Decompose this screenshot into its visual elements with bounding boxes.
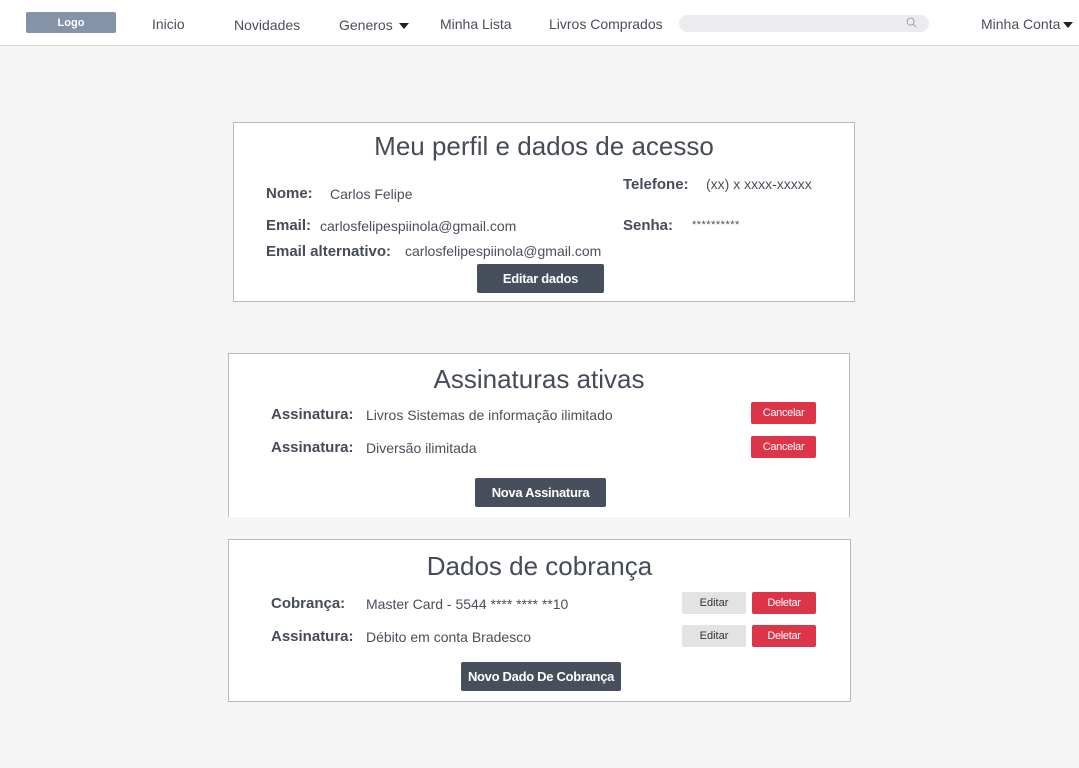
nav-item-novidades[interactable]: Novidades — [234, 17, 300, 33]
subscription-value: Diversão ilimitada — [366, 440, 477, 456]
billing-label: Assinatura: — [271, 628, 354, 645]
nav-item-minha-lista[interactable]: Minha Lista — [440, 16, 512, 32]
nav-item-generos[interactable]: Generos — [339, 17, 409, 33]
subscription-value: Livros Sistemas de informação ilimitado — [366, 407, 613, 423]
alt-email-label: Email alternativo: — [266, 243, 392, 260]
billing-value: Débito em conta Bradesco — [366, 629, 531, 645]
new-subscription-button[interactable]: Nova Assinatura — [475, 478, 606, 507]
phone-value: (xx) x xxxx-xxxxx — [706, 176, 812, 192]
cancel-subscription-button[interactable]: Cancelar — [751, 402, 816, 424]
billing-card: Dados de cobrança Cobrança: Master Card … — [228, 539, 851, 702]
name-value: Carlos Felipe — [330, 186, 413, 202]
subscriptions-title: Assinaturas ativas — [433, 364, 645, 394]
name-label: Nome: — [266, 185, 313, 202]
subscription-label: Assinatura: — [271, 406, 354, 423]
edit-billing-button[interactable]: Editar — [682, 625, 746, 647]
search-icon[interactable] — [906, 17, 917, 28]
profile-title: Meu perfil e dados de acesso — [374, 131, 714, 161]
alt-email-value: carlosfelipespiinola@gmail.com — [405, 243, 602, 259]
account-menu-label: Minha Conta — [981, 16, 1061, 32]
password-value: ********** — [692, 219, 740, 231]
top-navbar: Logo Inicio Novidades Generos Minha List… — [0, 0, 1079, 46]
subscription-label: Assinatura: — [271, 439, 354, 456]
nav-item-inicio[interactable]: Inicio — [152, 16, 185, 32]
profile-card: Meu perfil e dados de acesso Nome: Carlo… — [233, 122, 855, 302]
search-input[interactable] — [679, 15, 929, 32]
email-value: carlosfelipespiinola@gmail.com — [320, 218, 517, 234]
cancel-subscription-button[interactable]: Cancelar — [751, 436, 816, 458]
billing-title: Dados de cobrança — [426, 551, 653, 581]
account-menu[interactable]: Minha Conta — [981, 16, 1074, 32]
edit-billing-button[interactable]: Editar — [682, 592, 746, 614]
billing-value: Master Card - 5544 **** **** **10 — [366, 596, 569, 612]
chevron-down-icon — [1063, 22, 1074, 29]
phone-label: Telefone: — [623, 176, 689, 193]
nav-item-generos-label: Generos — [339, 17, 393, 33]
email-label: Email: — [266, 217, 312, 234]
delete-billing-button[interactable]: Deletar — [752, 592, 816, 614]
chevron-down-icon — [398, 23, 409, 30]
nav-item-livros-comprados[interactable]: Livros Comprados — [549, 16, 663, 32]
logo[interactable]: Logo — [26, 12, 116, 33]
delete-billing-button[interactable]: Deletar — [752, 625, 816, 647]
subscriptions-card: Assinaturas ativas Assinatura: Livros Si… — [228, 353, 850, 517]
new-billing-button[interactable]: Novo Dado De Cobrança — [461, 662, 621, 691]
billing-label: Cobrança: — [271, 595, 346, 612]
edit-profile-button[interactable]: Editar dados — [477, 264, 604, 293]
password-label: Senha: — [623, 217, 674, 234]
